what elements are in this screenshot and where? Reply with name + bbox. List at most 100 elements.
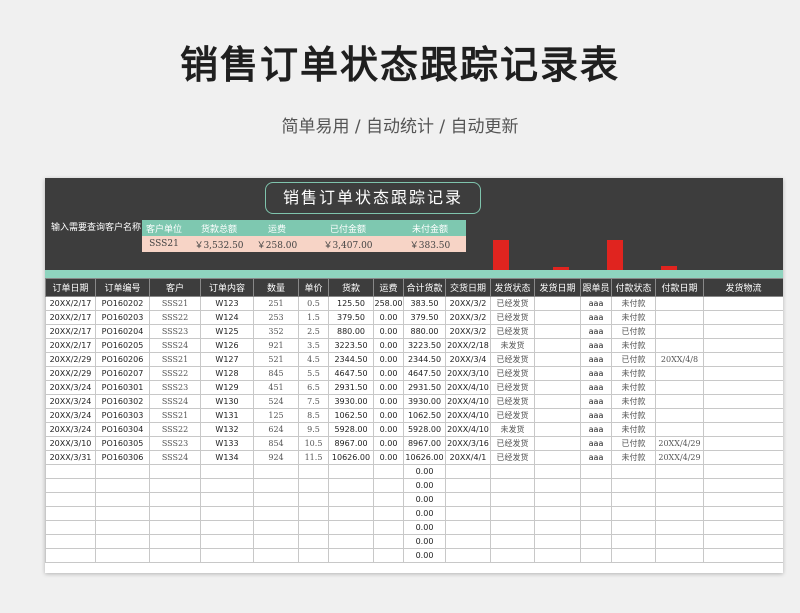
- table-cell[interactable]: PO160207: [95, 366, 150, 381]
- table-cell[interactable]: 未付款: [611, 394, 656, 409]
- table-cell[interactable]: [149, 492, 201, 507]
- table-cell[interactable]: 352: [253, 324, 299, 339]
- table-cell[interactable]: [253, 520, 299, 535]
- table-cell[interactable]: [200, 478, 254, 493]
- table-cell[interactable]: [95, 520, 150, 535]
- column-header[interactable]: 跟单员: [580, 278, 612, 297]
- table-cell[interactable]: 0.5: [298, 296, 329, 311]
- table-cell[interactable]: 3.5: [298, 338, 329, 353]
- table-cell[interactable]: [703, 366, 783, 381]
- table-cell[interactable]: [534, 478, 581, 493]
- table-cell[interactable]: [534, 436, 581, 451]
- table-cell[interactable]: [611, 520, 656, 535]
- table-cell[interactable]: [703, 310, 783, 325]
- table-cell[interactable]: 未发货: [490, 422, 535, 437]
- table-cell[interactable]: [445, 520, 491, 535]
- table-cell[interactable]: 20XX/3/2: [445, 310, 491, 325]
- table-cell[interactable]: 379.50: [328, 310, 374, 325]
- table-cell[interactable]: 0.00: [373, 338, 404, 353]
- table-cell[interactable]: [580, 478, 612, 493]
- table-cell[interactable]: [534, 506, 581, 521]
- table-cell[interactable]: 251: [253, 296, 299, 311]
- table-cell[interactable]: PO160206: [95, 352, 150, 367]
- table-cell[interactable]: [253, 464, 299, 479]
- table-cell[interactable]: SSS21: [149, 408, 201, 423]
- table-cell[interactable]: 未付款: [611, 338, 656, 353]
- table-cell[interactable]: [445, 548, 491, 563]
- table-cell[interactable]: 921: [253, 338, 299, 353]
- table-cell[interactable]: 4647.50: [328, 366, 374, 381]
- table-cell[interactable]: [490, 534, 535, 549]
- table-cell[interactable]: [373, 548, 404, 563]
- table-cell[interactable]: PO160304: [95, 422, 150, 437]
- table-cell[interactable]: 0.00: [403, 492, 446, 507]
- table-cell[interactable]: 20XX/4/29: [655, 450, 704, 465]
- table-cell[interactable]: [534, 338, 581, 353]
- table-cell[interactable]: 624: [253, 422, 299, 437]
- table-cell[interactable]: 4.5: [298, 352, 329, 367]
- table-cell[interactable]: W131: [200, 408, 254, 423]
- table-cell[interactable]: 10.5: [298, 436, 329, 451]
- table-cell[interactable]: [655, 338, 704, 353]
- table-cell[interactable]: [149, 534, 201, 549]
- table-cell[interactable]: [200, 534, 254, 549]
- table-cell[interactable]: 已经发货: [490, 436, 535, 451]
- table-cell[interactable]: [149, 478, 201, 493]
- table-cell[interactable]: [45, 492, 96, 507]
- table-cell[interactable]: [580, 534, 612, 549]
- table-cell[interactable]: 0.00: [403, 534, 446, 549]
- table-cell[interactable]: 258.00: [373, 296, 404, 311]
- table-cell[interactable]: [655, 548, 704, 563]
- table-cell[interactable]: 880.00: [328, 324, 374, 339]
- table-cell[interactable]: [490, 464, 535, 479]
- table-cell[interactable]: 8.5: [298, 408, 329, 423]
- table-cell[interactable]: 20XX/3/24: [45, 394, 96, 409]
- table-cell[interactable]: 5.5: [298, 366, 329, 381]
- table-cell[interactable]: 已经发货: [490, 296, 535, 311]
- table-cell[interactable]: aaa: [580, 310, 612, 325]
- table-cell[interactable]: [149, 464, 201, 479]
- table-cell[interactable]: 20XX/3/10: [445, 366, 491, 381]
- table-cell[interactable]: [703, 352, 783, 367]
- table-cell[interactable]: [655, 408, 704, 423]
- table-cell[interactable]: 20XX/3/24: [45, 380, 96, 395]
- table-cell[interactable]: [373, 492, 404, 507]
- table-cell[interactable]: 0.00: [403, 464, 446, 479]
- table-cell[interactable]: [655, 534, 704, 549]
- table-cell[interactable]: 924: [253, 450, 299, 465]
- table-cell[interactable]: [655, 520, 704, 535]
- table-cell[interactable]: 0.00: [373, 324, 404, 339]
- table-cell[interactable]: 10626.00: [403, 450, 446, 465]
- table-cell[interactable]: [328, 506, 374, 521]
- table-cell[interactable]: [328, 520, 374, 535]
- table-cell[interactable]: SSS23: [149, 436, 201, 451]
- column-header[interactable]: 订单内容: [200, 278, 254, 297]
- table-cell[interactable]: [611, 548, 656, 563]
- table-cell[interactable]: 未付款: [611, 310, 656, 325]
- table-cell[interactable]: SSS23: [149, 324, 201, 339]
- table-cell[interactable]: W134: [200, 450, 254, 465]
- table-cell[interactable]: 2344.50: [403, 352, 446, 367]
- table-cell[interactable]: 20XX/2/29: [45, 366, 96, 381]
- table-cell[interactable]: PO160303: [95, 408, 150, 423]
- table-cell[interactable]: 8967.00: [328, 436, 374, 451]
- column-header[interactable]: 付款日期: [655, 278, 704, 297]
- table-cell[interactable]: 20XX/4/10: [445, 380, 491, 395]
- table-cell[interactable]: [703, 506, 783, 521]
- table-cell[interactable]: [580, 506, 612, 521]
- table-cell[interactable]: 524: [253, 394, 299, 409]
- table-cell[interactable]: [490, 492, 535, 507]
- table-cell[interactable]: PO160306: [95, 450, 150, 465]
- table-cell[interactable]: 20XX/4/10: [445, 422, 491, 437]
- table-cell[interactable]: [655, 464, 704, 479]
- table-cell[interactable]: PO160202: [95, 296, 150, 311]
- table-cell[interactable]: [703, 450, 783, 465]
- table-cell[interactable]: 2344.50: [328, 352, 374, 367]
- table-cell[interactable]: 11.5: [298, 450, 329, 465]
- table-cell[interactable]: 20XX/2/29: [45, 352, 96, 367]
- table-cell[interactable]: [534, 408, 581, 423]
- table-cell[interactable]: [445, 478, 491, 493]
- table-cell[interactable]: W123: [200, 296, 254, 311]
- table-cell[interactable]: [655, 492, 704, 507]
- table-cell[interactable]: 20XX/4/8: [655, 352, 704, 367]
